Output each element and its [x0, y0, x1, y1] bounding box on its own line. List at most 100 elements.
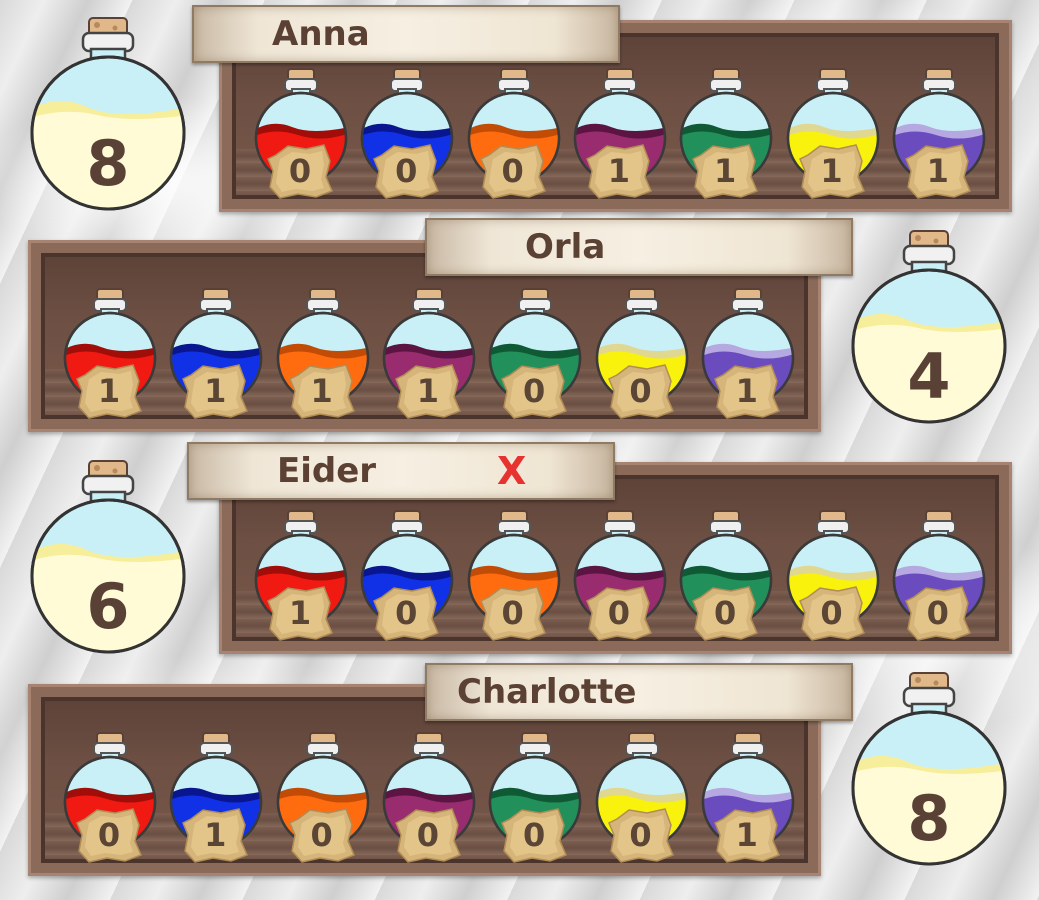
potion-violet[interactable]: 1: [699, 285, 797, 420]
potion-count-badge: 1: [75, 363, 143, 419]
total-flask-icon: 6: [27, 458, 189, 658]
potion-yellow[interactable]: 0: [784, 507, 882, 642]
player-nameplate: Orla: [425, 218, 853, 276]
potion-violet[interactable]: 0: [890, 507, 988, 642]
potion-red[interactable]: 1: [61, 285, 159, 420]
player-nameplate: Anna: [192, 5, 620, 63]
potion-count: 1: [310, 372, 333, 410]
potion-count: 0: [629, 816, 652, 854]
potion-count-badge: 1: [394, 363, 462, 419]
potion-count: 1: [926, 152, 949, 190]
total-flask-icon: 8: [848, 670, 1010, 870]
potion-count-badge: 0: [288, 807, 356, 863]
total-score: 6: [86, 570, 130, 643]
potion-count: 0: [714, 594, 737, 632]
potion-count: 0: [523, 372, 546, 410]
potion-count-badge: 0: [372, 585, 440, 641]
potion-yellow[interactable]: 0: [593, 285, 691, 420]
potion-blue[interactable]: 1: [167, 285, 265, 420]
potion-green[interactable]: 0: [677, 507, 775, 642]
potion-green[interactable]: 0: [486, 729, 584, 864]
potion-count-badge: 0: [691, 585, 759, 641]
player-name: Charlotte: [457, 672, 637, 712]
player-nameplate: Eider X: [187, 442, 615, 500]
potion-count-badge: 0: [904, 585, 972, 641]
potion-count: 1: [204, 816, 227, 854]
player-name: Anna: [272, 14, 370, 54]
potion-count: 0: [310, 816, 333, 854]
potion-count: 0: [926, 594, 949, 632]
potion-count: 1: [288, 594, 312, 632]
potion-purple[interactable]: 1: [571, 65, 669, 200]
potion-green[interactable]: 0: [486, 285, 584, 420]
potion-count-badge: 0: [394, 807, 462, 863]
potion-count-badge: 1: [585, 143, 653, 199]
potion-count: 0: [501, 594, 524, 632]
potion-count-badge: 0: [500, 363, 568, 419]
potion-count-badge: 1: [798, 143, 866, 199]
potion-count: 0: [523, 816, 546, 854]
potion-count: 0: [629, 372, 652, 410]
potion-purple[interactable]: 1: [380, 285, 478, 420]
potion-count: 1: [735, 816, 758, 854]
potion-count: 1: [714, 152, 737, 190]
potion-violet[interactable]: 1: [890, 65, 988, 200]
potion-count-badge: 1: [713, 807, 781, 863]
potion-count-badge: 0: [798, 585, 866, 641]
potion-count-badge: 0: [75, 807, 143, 863]
potion-orange[interactable]: 0: [274, 729, 372, 864]
potion-blue[interactable]: 0: [358, 507, 456, 642]
potion-count-badge: 0: [500, 807, 568, 863]
potion-count: 1: [204, 372, 227, 410]
potion-count-badge: 1: [904, 143, 972, 199]
potion-count: 0: [395, 152, 418, 190]
potion-count: 0: [607, 594, 631, 632]
potion-count-badge: 0: [479, 143, 547, 199]
potion-red[interactable]: 0: [61, 729, 159, 864]
potion-count-badge: 0: [607, 363, 675, 419]
potion-count: 0: [97, 816, 121, 854]
total-score: 8: [86, 127, 130, 200]
potion-green[interactable]: 1: [677, 65, 775, 200]
potion-count: 0: [820, 594, 843, 632]
potion-orange[interactable]: 0: [465, 507, 563, 642]
potion-count: 1: [735, 372, 758, 410]
total-flask-icon: 4: [848, 228, 1010, 428]
potion-violet[interactable]: 1: [699, 729, 797, 864]
potion-count: 0: [501, 152, 524, 190]
potion-count-badge: 0: [479, 585, 547, 641]
potion-count-badge: 1: [181, 363, 249, 419]
eliminated-x-icon: X: [497, 449, 527, 493]
potion-count: 1: [416, 372, 440, 410]
potion-blue[interactable]: 0: [358, 65, 456, 200]
potion-orange[interactable]: 0: [465, 65, 563, 200]
potion-orange[interactable]: 1: [274, 285, 372, 420]
potion-count: 0: [395, 594, 418, 632]
potion-count: 0: [288, 152, 312, 190]
potion-purple[interactable]: 0: [571, 507, 669, 642]
potion-blue[interactable]: 1: [167, 729, 265, 864]
player-nameplate: Charlotte: [425, 663, 853, 721]
total-flask-icon: 8: [27, 15, 189, 215]
potion-count-badge: 0: [266, 143, 334, 199]
potion-count: 0: [416, 816, 440, 854]
potion-count-badge: 0: [607, 807, 675, 863]
potion-yellow[interactable]: 0: [593, 729, 691, 864]
potion-count-badge: 0: [585, 585, 653, 641]
potion-count-badge: 1: [181, 807, 249, 863]
potion-count-badge: 1: [691, 143, 759, 199]
potion-count: 1: [607, 152, 631, 190]
total-score: 8: [907, 782, 951, 855]
potion-red[interactable]: 1: [252, 507, 350, 642]
potion-count-badge: 1: [266, 585, 334, 641]
total-score: 4: [907, 340, 951, 413]
potion-purple[interactable]: 0: [380, 729, 478, 864]
potion-red[interactable]: 0: [252, 65, 350, 200]
player-name: Orla: [525, 227, 606, 267]
potion-count-badge: 0: [372, 143, 440, 199]
potion-count: 1: [97, 372, 121, 410]
player-name: Eider: [277, 451, 377, 491]
potion-yellow[interactable]: 1: [784, 65, 882, 200]
potion-count-badge: 1: [288, 363, 356, 419]
potion-count-badge: 1: [713, 363, 781, 419]
